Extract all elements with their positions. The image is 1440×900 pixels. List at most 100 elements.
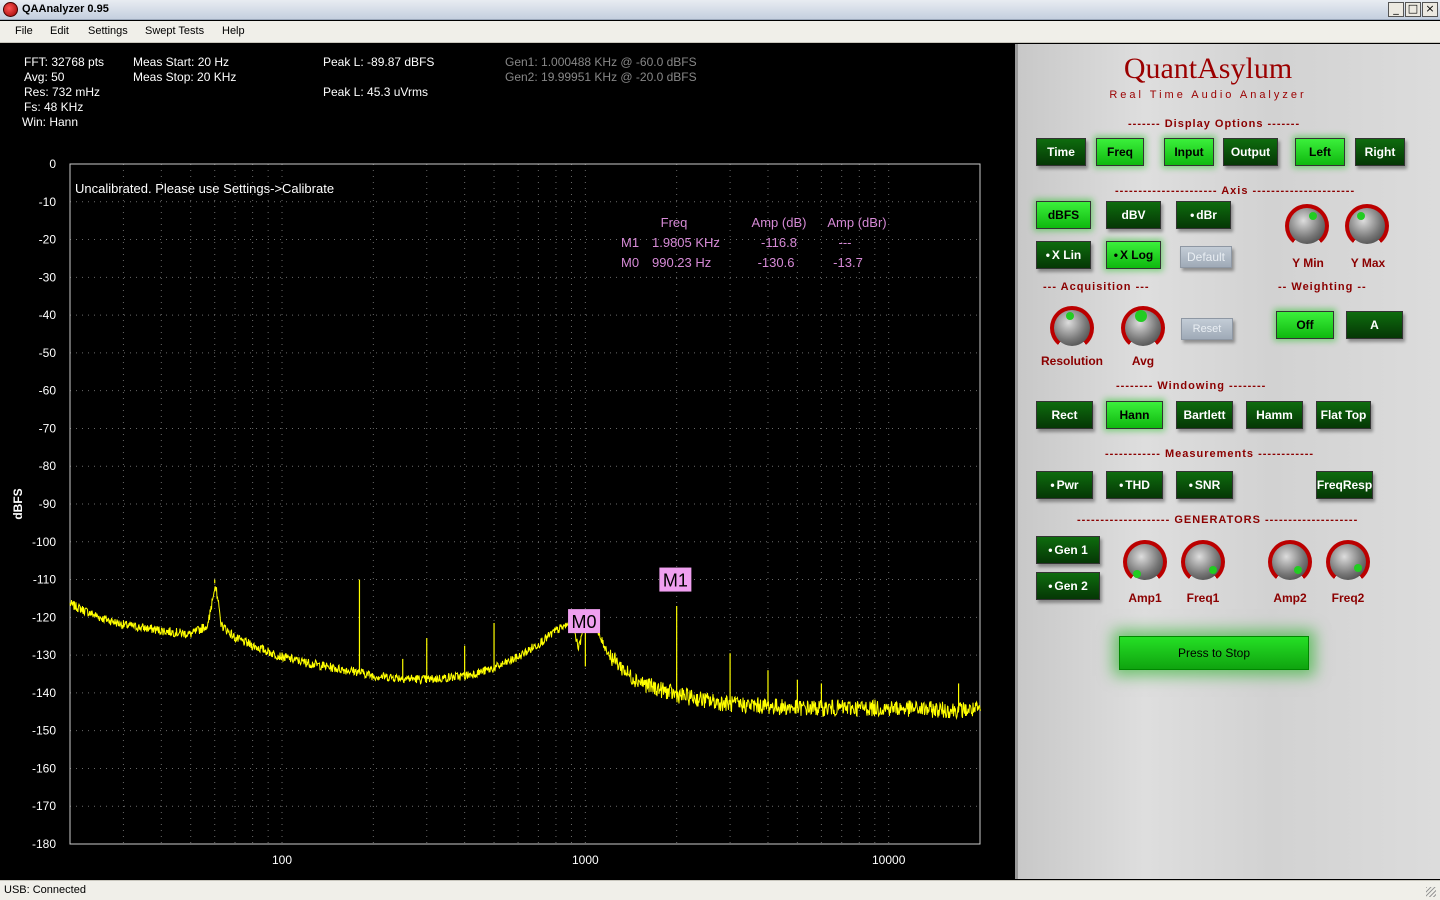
axis-dbfs-button[interactable]: dBFS — [1036, 201, 1091, 229]
generator-gen-2-button[interactable]: Gen 2 — [1036, 572, 1100, 600]
y-tick-label: -150 — [32, 724, 56, 738]
calibration-warning: Uncalibrated. Please use Settings->Calib… — [75, 181, 334, 196]
display-left-button[interactable]: Left — [1295, 138, 1345, 166]
y-tick-label: -30 — [39, 270, 57, 284]
y-max-knob[interactable] — [1345, 204, 1389, 248]
avg-label: Avg — [1131, 354, 1155, 368]
menu-swept-tests[interactable]: Swept Tests — [145, 25, 204, 37]
spectrum-chart[interactable]: 0 -10 -20 -30 -40 -50 -60 -70 -80 -90 -100 -110 -120… — [0, 44, 1015, 879]
amp1-knob[interactable] — [1123, 540, 1167, 584]
axis-x-lin-button[interactable]: X Lin — [1036, 241, 1091, 269]
y-tick-label: -170 — [32, 799, 56, 813]
avg-knob[interactable] — [1121, 306, 1165, 350]
marker-m0[interactable]: M0 — [568, 609, 601, 634]
window-hamm-button[interactable]: Hamm — [1246, 401, 1303, 429]
app-icon — [3, 2, 18, 17]
measure-pwr-button[interactable]: Pwr — [1036, 471, 1093, 499]
display-right-button[interactable]: Right — [1355, 138, 1405, 166]
marker-label: M0 — [572, 612, 597, 632]
table-row-m0-freq: 990.23 Hz — [652, 255, 711, 270]
measure-snr-button[interactable]: SNR — [1176, 471, 1233, 499]
window-rect-button[interactable]: Rect — [1036, 401, 1093, 429]
acquisition-reset-button[interactable]: Reset — [1181, 318, 1233, 340]
table-row-m0-label: M0 — [621, 255, 639, 270]
y-tick-label: -100 — [32, 535, 56, 549]
y-tick-label: -40 — [39, 308, 57, 322]
y-min-knob[interactable] — [1285, 204, 1329, 248]
trace-line — [69, 586, 981, 720]
press-to-stop-button[interactable]: Press to Stop — [1119, 636, 1309, 670]
menu-help[interactable]: Help — [222, 25, 245, 37]
control-panel: QuantAsylum Real Time Audio Analyzer ---… — [1015, 44, 1440, 879]
freq2-knob[interactable] — [1326, 540, 1370, 584]
measurements-heading: ------------ Measurements ------------ — [1105, 448, 1315, 460]
y-tick-label: -90 — [39, 497, 57, 511]
window-hann-button[interactable]: Hann — [1106, 401, 1163, 429]
axis-dbr-button[interactable]: dBr — [1176, 201, 1231, 229]
y-tick-label: -50 — [39, 346, 57, 360]
y-axis-label: dBFS — [11, 488, 25, 519]
table-header-amp-dbr: Amp (dBr) — [827, 215, 886, 230]
y-tick-label: -60 — [39, 384, 57, 398]
y-tick-label: -130 — [32, 648, 56, 662]
generators-heading: -------------------- GENERATORS --------… — [1077, 514, 1359, 526]
y-tick-label: -160 — [32, 761, 56, 775]
x-tick-label: 100 — [272, 853, 292, 867]
display-freq-button[interactable]: Freq — [1096, 138, 1144, 166]
maximize-button[interactable]: □ — [1405, 2, 1421, 17]
freq1-label: Freq1 — [1186, 591, 1220, 605]
x-tick-label: 1000 — [572, 853, 599, 867]
y-tick-label: -180 — [32, 837, 56, 851]
weighting-heading: -- Weighting -- — [1278, 281, 1367, 293]
axis-x-log-button[interactable]: X Log — [1106, 241, 1161, 269]
menu-edit[interactable]: Edit — [50, 25, 69, 37]
y-ticks: 0 -10 -20 -30 -40 -50 -60 -70 -80 -90 -100 -110 -120… — [32, 157, 56, 851]
resize-grip-icon[interactable] — [1426, 887, 1436, 897]
resolution-label: Resolution — [1041, 354, 1103, 368]
minimize-button[interactable]: _ — [1388, 2, 1404, 17]
menu-settings[interactable]: Settings — [88, 25, 128, 37]
measure-thd-button[interactable]: THD — [1106, 471, 1163, 499]
x-tick-label: 10000 — [872, 853, 906, 867]
resolution-knob[interactable] — [1050, 306, 1094, 350]
markers[interactable]: M1 M0 — [568, 567, 692, 634]
table-row-m1-amp-db: -116.8 — [761, 235, 797, 250]
generator-gen-1-button[interactable]: Gen 1 — [1036, 536, 1100, 564]
table-row-m1-freq: 1.9805 KHz — [652, 235, 720, 250]
measure-freqresp-button[interactable]: FreqResp — [1316, 471, 1373, 499]
freq1-knob[interactable] — [1181, 540, 1225, 584]
y-tick-label: 0 — [49, 157, 56, 171]
menu-bar: File Edit Settings Swept Tests Help — [0, 21, 1440, 43]
axis-default-button[interactable]: Default — [1180, 246, 1232, 268]
display-output-button[interactable]: Output — [1223, 138, 1278, 166]
marker-m1[interactable]: M1 — [659, 567, 692, 592]
window-title: QAAnalyzer 0.95 — [22, 3, 109, 15]
window-bartlett-button[interactable]: Bartlett — [1176, 401, 1233, 429]
weighting-off-button[interactable]: Off — [1276, 311, 1334, 339]
table-row-m1-label: M1 — [621, 235, 639, 250]
brand-logo: QuantAsylum — [1123, 52, 1293, 85]
display-input-button[interactable]: Input — [1164, 138, 1214, 166]
y-tick-label: -80 — [39, 459, 57, 473]
y-tick-label: -140 — [32, 686, 56, 700]
display-options-heading: ------- Display Options ------- — [1128, 118, 1301, 130]
table-row-m0-amp-dbr: -13.7 — [833, 255, 863, 270]
menu-file[interactable]: File — [15, 25, 33, 37]
brand-subtitle: Real Time Audio Analyzer — [1109, 89, 1307, 101]
status-bar: USB: Connected — [0, 880, 1440, 900]
title-bar: QAAnalyzer 0.95 _ □ × — [0, 0, 1440, 20]
window-flat-top-button[interactable]: Flat Top — [1316, 401, 1371, 429]
display-time-button[interactable]: Time — [1036, 138, 1086, 166]
acquisition-heading: --- Acquisition --- — [1043, 281, 1150, 293]
marker-label: M1 — [663, 571, 688, 591]
weighting-a-button[interactable]: A — [1346, 311, 1403, 339]
axis-dbv-button[interactable]: dBV — [1106, 201, 1161, 229]
spectrum-trace — [69, 579, 981, 720]
y-tick-label: -110 — [33, 573, 56, 587]
table-header-freq: Freq — [661, 215, 688, 230]
amp2-knob[interactable] — [1268, 540, 1312, 584]
close-button[interactable]: × — [1422, 2, 1438, 17]
marker-table: Freq Amp (dB) Amp (dBr) M1 1.9805 KHz -1… — [621, 215, 887, 270]
windowing-heading: -------- Windowing -------- — [1116, 380, 1267, 392]
y-tick-label: -20 — [39, 233, 57, 247]
